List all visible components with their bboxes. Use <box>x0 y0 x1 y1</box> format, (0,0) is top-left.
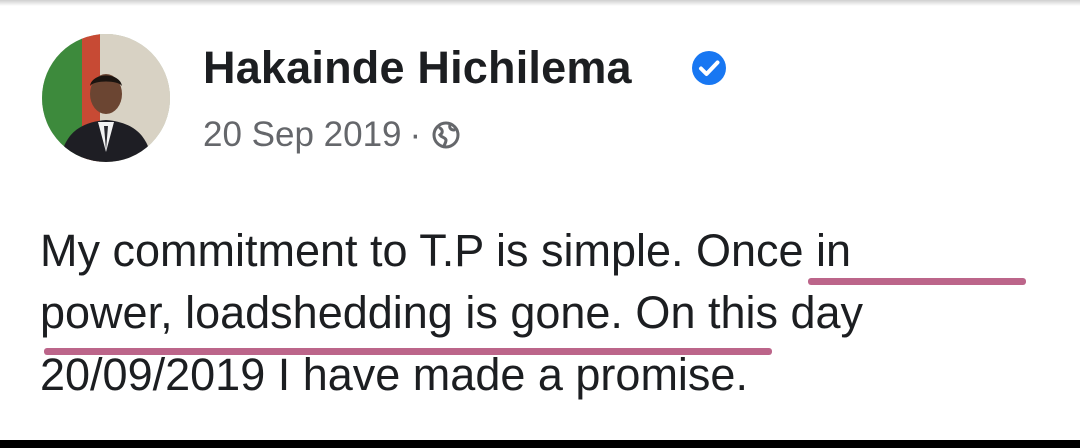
highlight-underline <box>44 348 772 355</box>
verified-badge-icon <box>692 51 726 85</box>
highlight-underline <box>808 278 1026 285</box>
author-name[interactable]: Hakainde Hichilema <box>203 42 632 94</box>
author-avatar[interactable] <box>42 34 170 162</box>
post-text-line: power, loadshedding is gone. On this day <box>40 287 864 338</box>
globe-icon[interactable] <box>431 120 461 150</box>
bottom-edge <box>0 440 1080 448</box>
post-meta: 20 Sep 2019 · <box>203 113 461 157</box>
meta-separator: · <box>409 115 422 154</box>
top-edge <box>0 0 1080 6</box>
post-date[interactable]: 20 Sep 2019 <box>203 115 402 155</box>
facebook-post-screenshot: Hakainde Hichilema 20 Sep 2019 · My comm… <box>0 0 1080 448</box>
post-text-line: My commitment to T.P is simple. Once in <box>40 225 852 276</box>
post-body: My commitment to T.P is simple. Once in … <box>40 220 1040 406</box>
